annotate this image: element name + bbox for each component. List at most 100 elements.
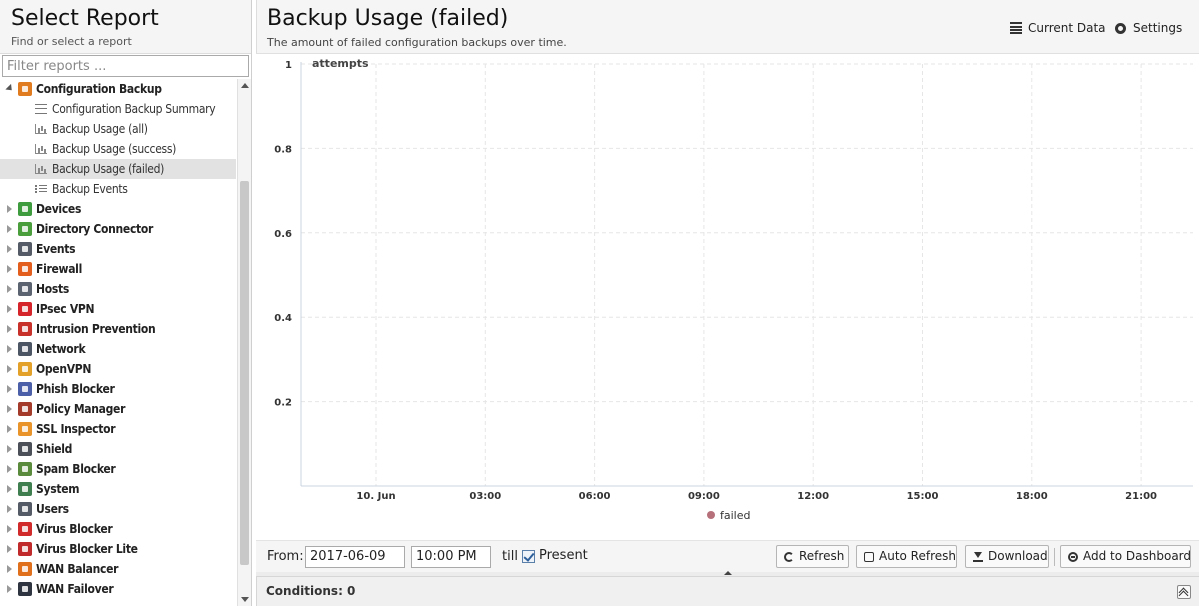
collapsed-arrow-icon[interactable] [7,405,12,413]
report-tree-label: Phish Blocker [36,382,115,396]
report-category[interactable]: Policy Manager [0,399,236,419]
report-title: Backup Usage (failed) [267,6,509,31]
report-category[interactable]: Shield [0,439,236,459]
app-icon [18,382,32,396]
app-icon [18,302,32,316]
collapsed-arrow-icon[interactable] [7,345,12,353]
bar-chart-icon [35,124,47,134]
collapsed-arrow-icon[interactable] [7,505,12,513]
report-category[interactable]: Firewall [0,259,236,279]
report-category[interactable]: OpenVPN [0,359,236,379]
collapsed-arrow-icon[interactable] [7,545,12,553]
report-selector-title: Select Report [11,6,159,31]
add-to-dashboard-button[interactable]: Add to Dashboard [1060,545,1191,568]
report-category[interactable]: System [0,479,236,499]
report-item[interactable]: Backup Usage (all) [0,119,236,139]
report-category[interactable]: Spam Blocker [0,459,236,479]
expanded-arrow-icon[interactable] [5,83,15,94]
filter-reports-input[interactable] [2,55,249,77]
scroll-down-icon[interactable] [241,597,249,602]
report-category[interactable]: Phish Blocker [0,379,236,399]
collapsed-arrow-icon[interactable] [7,445,12,453]
download-label: Download [988,549,1048,563]
download-button[interactable]: Download [965,545,1049,568]
collapsed-arrow-icon[interactable] [7,245,12,253]
collapsed-arrow-icon[interactable] [7,205,12,213]
app-icon [18,262,32,276]
app-icon [18,202,32,216]
present-label[interactable]: Present [539,548,588,563]
scroll-up-icon[interactable] [241,83,249,88]
legend-label: failed [720,509,750,522]
auto-refresh-button[interactable]: Auto Refresh [856,545,957,568]
legend-marker [707,511,715,519]
collapsed-arrow-icon[interactable] [7,305,12,313]
expand-conditions-icon[interactable] [1177,585,1191,599]
report-category[interactable]: Directory Connector [0,219,236,239]
y-tick-label: 0.2 [274,398,292,409]
settings-button[interactable]: Settings [1115,19,1185,37]
collapsed-arrow-icon[interactable] [7,465,12,473]
app-icon [18,562,32,576]
from-time-value: 10:00 PM [416,549,477,564]
report-category[interactable]: Events [0,239,236,259]
collapsed-arrow-icon[interactable] [7,265,12,273]
collapsed-arrow-icon[interactable] [7,365,12,373]
from-date-field[interactable]: 2017-06-09 [305,546,453,568]
present-checkbox[interactable] [522,550,535,563]
report-category[interactable]: Users [0,499,236,519]
current-data-button[interactable]: Current Data [1010,19,1106,37]
toolbar-separator [1054,548,1055,566]
bar-chart-icon [35,144,47,154]
app-icon [18,482,32,496]
report-category[interactable]: WAN Failover [0,579,236,599]
collapsed-arrow-icon[interactable] [7,325,12,333]
report-category[interactable]: Intrusion Prevention [0,319,236,339]
report-tree-label: Spam Blocker [36,462,116,476]
conditions-bar: Conditions: 0 [256,576,1199,606]
x-tick-label: 06:00 [579,491,611,502]
report-category[interactable]: IPsec VPN [0,299,236,319]
report-category[interactable]: SSL Inspector [0,419,236,439]
report-tree-label: IPsec VPN [36,302,95,316]
report-category[interactable]: Virus Blocker Lite [0,539,236,559]
app-icon [18,242,32,256]
collapse-arrow-icon[interactable] [724,571,732,575]
report-tree-label: OpenVPN [36,362,92,376]
collapsed-arrow-icon[interactable] [7,385,12,393]
collapsed-arrow-icon[interactable] [7,585,12,593]
refresh-button[interactable]: Refresh [776,545,849,568]
report-category[interactable]: WAN Balancer [0,559,236,579]
list-icon [35,184,47,194]
square-icon [864,552,874,562]
tree-scrollbar[interactable] [237,79,251,606]
report-item[interactable]: Backup Events [0,179,236,199]
settings-label: Settings [1133,21,1183,35]
report-category[interactable]: Configuration Backup [0,79,236,99]
from-time-field[interactable]: 10:00 PM [411,546,491,568]
report-item[interactable]: Backup Usage (success) [0,139,236,159]
collapsed-arrow-icon[interactable] [7,565,12,573]
app-icon [18,542,32,556]
collapsed-arrow-icon[interactable] [7,525,12,533]
scrollbar-thumb[interactable] [240,181,249,565]
y-tick-label: 0.6 [274,229,292,240]
report-tree-label: Backup Events [52,182,128,196]
app-icon [18,282,32,296]
report-item[interactable]: Backup Usage (failed) [0,159,236,179]
report-category[interactable]: Devices [0,199,236,219]
report-item[interactable]: Configuration Backup Summary [0,99,236,119]
collapsed-arrow-icon[interactable] [7,225,12,233]
collapsed-arrow-icon[interactable] [7,425,12,433]
current-data-label: Current Data [1028,21,1106,35]
report-tree-label: Virus Blocker [36,522,113,536]
collapsed-arrow-icon[interactable] [7,485,12,493]
conditions-label: Conditions: 0 [266,584,356,598]
chart-area: 1 0.8 0.6 0.4 0.2 10. Jun 03:00 06:00 09:00 12:00… [256,55,1199,540]
collapsed-arrow-icon[interactable] [7,285,12,293]
bar-chart-icon [35,164,47,174]
report-category[interactable]: Hosts [0,279,236,299]
report-category[interactable]: Network [0,339,236,359]
report-category[interactable]: Virus Blocker [0,519,236,539]
app-icon [18,582,32,596]
